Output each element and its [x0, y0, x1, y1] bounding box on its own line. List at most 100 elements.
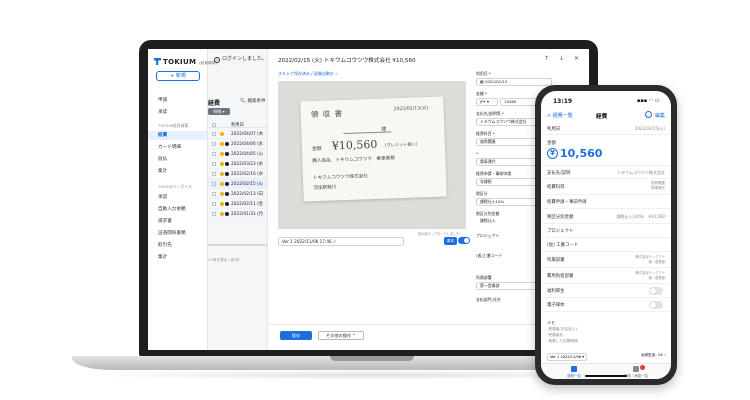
- original-toggle[interactable]: [458, 237, 470, 244]
- row-checkbox[interactable]: [212, 132, 216, 136]
- sidebar-item-invoice-approve[interactable]: 承認: [158, 194, 167, 200]
- warning-dot-icon: [220, 182, 224, 186]
- status-time: 13:19: [553, 98, 573, 105]
- table-row[interactable]: 2022/04/05 (火: [208, 149, 268, 159]
- receipt-title: 領 収 書: [310, 109, 344, 120]
- sidebar-item-summary[interactable]: 集計: [158, 168, 167, 174]
- list-header: 利用日: [208, 120, 268, 128]
- status-dot-icon: [225, 172, 229, 176]
- more-icon[interactable]: …: [645, 111, 652, 118]
- warning-dot-icon: [220, 202, 224, 206]
- category-label: 経費科目 *: [476, 131, 495, 136]
- status-dot-icon: [225, 142, 229, 146]
- scan-status-link[interactable]: スキャナ保存済み / 画像自動の ✓: [278, 71, 339, 77]
- image-audit-status: 画像監査: OK ✓: [641, 353, 668, 357]
- pre-application-label: 経費申請・事前申請: [476, 171, 512, 176]
- filter-button[interactable]: 明細 ▾: [208, 108, 230, 115]
- status-dot-icon: [225, 162, 229, 166]
- row-tax-amount: 税区分別金額 課税仕入(10%) ¥10,560: [541, 209, 671, 224]
- table-row[interactable]: 2022/01/31 (月: [208, 209, 268, 219]
- receipt-purpose: 購入商品 トキウムコウツウ 乗車券類: [312, 156, 395, 165]
- tax-amount-label: 税区分別金額: [476, 211, 500, 216]
- currency-select[interactable]: JPY ▾: [476, 98, 498, 106]
- row-department: 所属部署 株式会社テックアド 第一営業部: [541, 252, 671, 268]
- tax-category-label: 税区分: [476, 191, 488, 196]
- table-row-selected[interactable]: 2022/02/15 (火: [208, 179, 268, 189]
- version-select[interactable]: Ver 1 2022/11/06 17:46 ✓: [278, 237, 404, 246]
- welfare-toggle[interactable]: [649, 287, 663, 295]
- status-dot-icon: [225, 192, 229, 196]
- receipt-image-viewer[interactable]: 領 収 書 2022/02/15(火) 様 金額 ¥10,560 (クレジット扱…: [278, 81, 466, 229]
- save-button[interactable]: 保存: [280, 331, 312, 340]
- laptop-notch: [330, 356, 414, 361]
- warning-dot-icon: [220, 172, 224, 176]
- version-select[interactable]: Ver 1 2022/11/06 ▾: [547, 353, 587, 361]
- date-field[interactable]: ▦ 2022/02/15: [476, 78, 552, 86]
- warning-dot-icon: [220, 142, 224, 146]
- row-checkbox[interactable]: [212, 192, 216, 196]
- sidebar-item-invoice-summary[interactable]: 集計: [158, 254, 167, 260]
- payee-label: 支払先/説明等 *: [476, 111, 504, 116]
- row-checkbox[interactable]: [212, 152, 216, 156]
- row-checkbox[interactable]: [212, 182, 216, 186]
- sidebar-item-vouchers[interactable]: 証憑関係書類: [158, 230, 186, 236]
- sidebar-section-expense: TOKIUM経費精算: [158, 123, 189, 128]
- home-indicator: [585, 375, 627, 377]
- status-dot-icon: [225, 212, 229, 216]
- row-electronic: 電子媒体: [541, 298, 671, 312]
- sidebar-item-auto-input[interactable]: 自動入力依頼: [158, 206, 186, 212]
- horizontal-scrollbar[interactable]: [208, 244, 268, 246]
- search-conditions-button[interactable]: 🔍︎ 検索条件: [240, 98, 266, 104]
- table-row[interactable]: 2022/04/06 (水: [208, 139, 268, 149]
- select-all-checkbox[interactable]: [212, 123, 216, 127]
- sidebar-item-card[interactable]: カード明細: [158, 144, 181, 150]
- close-icon[interactable]: ✕: [574, 55, 579, 62]
- amount-label: 金額 *: [476, 91, 487, 96]
- sidebar-item-apply[interactable]: 申請: [158, 97, 167, 103]
- sub-category-label: *: [476, 151, 478, 156]
- receipt-amount: ¥10,560: [331, 137, 378, 153]
- receipt-issuer-branch: 羽生駅発行: [313, 185, 337, 192]
- other-actions-button[interactable]: その他の操作 ^: [318, 331, 364, 340]
- sidebar-item-expense[interactable]: 経費: [148, 131, 207, 140]
- row-project: プロジェクト: [541, 224, 671, 238]
- table-row[interactable]: 2022/02/11 (金: [208, 199, 268, 209]
- table-row[interactable]: 2022/02/16 (水: [208, 169, 268, 179]
- row-checkbox[interactable]: [212, 162, 216, 166]
- list-pagination-text: 1-9件を表示 / 全9件: [208, 258, 240, 262]
- row-welfare: 福利厚生: [541, 284, 671, 298]
- table-row[interactable]: 2022/02/13 (日: [208, 189, 268, 199]
- back-button[interactable]: < 経費一覧: [547, 112, 573, 119]
- next-arrow-icon[interactable]: ↓: [559, 55, 564, 62]
- edit-button[interactable]: 編集: [655, 112, 665, 119]
- version-hint: 最大版アップロードしました: [418, 232, 460, 236]
- document-icon: [633, 366, 639, 372]
- row-payee: 支払先/説明 トキウムコウツウ株式会社: [541, 166, 671, 179]
- sidebar-item-approve[interactable]: 承認: [158, 109, 167, 115]
- sidebar-item-advance[interactable]: 仮払: [158, 156, 167, 162]
- warning-dot-icon: [220, 152, 224, 156]
- table-row[interactable]: 2022/03/23 (水: [208, 159, 268, 169]
- memo-line: -受領者名: [547, 333, 564, 337]
- status-dot-icon: [225, 152, 229, 156]
- screen-title: 経費: [596, 114, 608, 120]
- table-row[interactable]: 2022/04/07 (木: [208, 129, 268, 139]
- row-checkbox[interactable]: [212, 142, 216, 146]
- receipt-issuer: トキウムコウツウ株式会社: [312, 174, 369, 182]
- row-checkbox[interactable]: [212, 202, 216, 206]
- tokium-logo-icon: [154, 58, 161, 65]
- row-pre-application: 経費申請・事前申請: [541, 195, 671, 209]
- prev-arrow-icon[interactable]: ↑: [544, 55, 549, 62]
- row-checkbox[interactable]: [212, 212, 216, 216]
- detail-title: 2022/02/15 (火) トキウムコウツウ株式会社 ¥10,560: [278, 58, 416, 64]
- sidebar-item-invoices[interactable]: 請求書: [158, 218, 172, 224]
- receipt-sama: 様: [381, 126, 387, 133]
- row-checkbox[interactable]: [212, 172, 216, 176]
- sidebar-item-partners[interactable]: 取引先: [158, 242, 172, 248]
- list-title: 経費: [208, 100, 221, 107]
- electronic-toggle[interactable]: [649, 301, 663, 309]
- project-label: プロジェクト: [476, 233, 500, 238]
- app-logo: TOKIUM (経費精算): [154, 58, 218, 66]
- new-button[interactable]: + 新規: [156, 71, 200, 81]
- phone-screen: 13:19 ▪▪▪ ◠ ▭ < 経費一覧 経費 … 編集 利用日 2022/02/…: [541, 91, 671, 379]
